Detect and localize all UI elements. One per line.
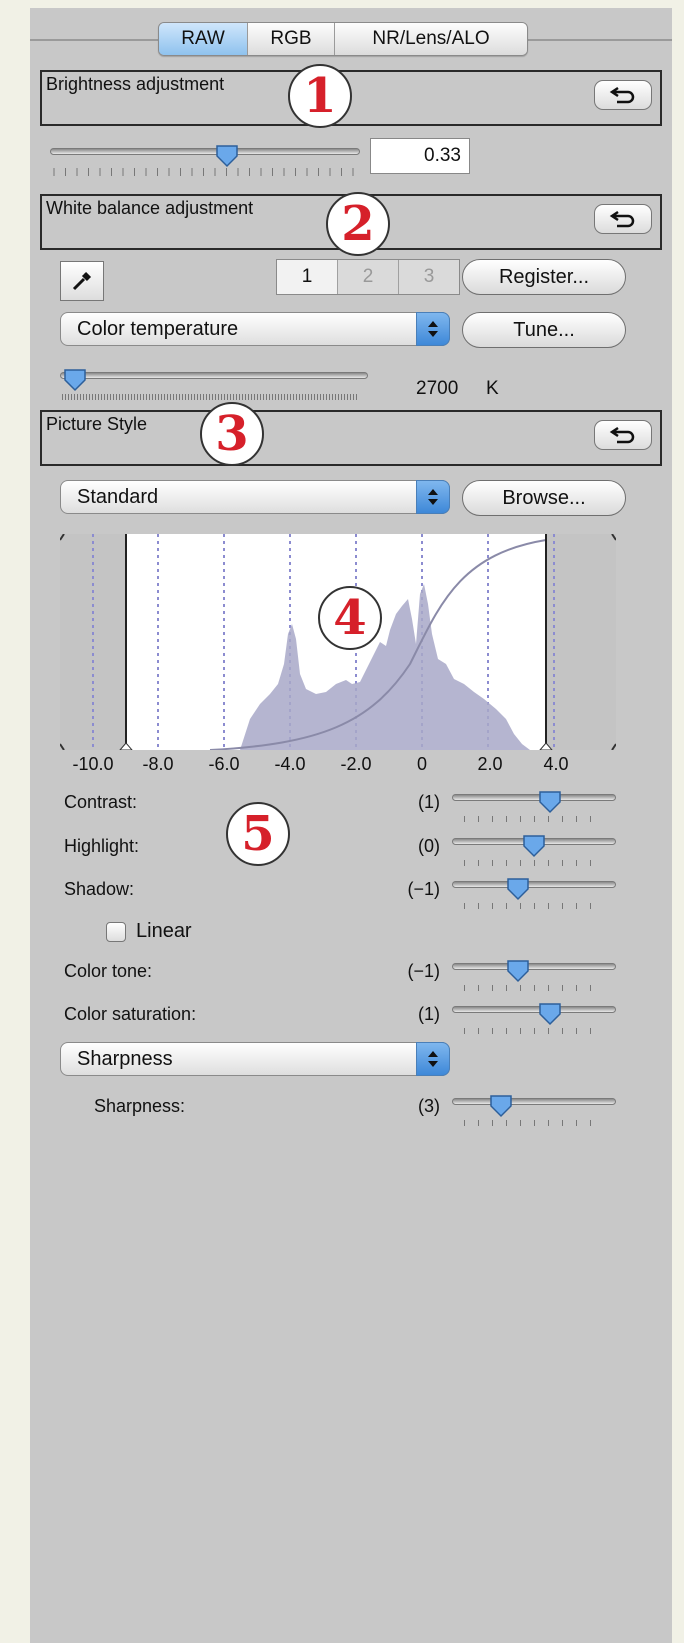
wb-temperature-slider-track[interactable] <box>60 372 368 379</box>
select-arrows-icon <box>416 1042 450 1076</box>
highlight-label: Highlight: <box>64 836 140 856</box>
picture-style-section: Picture Style <box>40 410 662 466</box>
callout-badge-4: 4 <box>318 586 382 650</box>
tab-raw[interactable]: RAW <box>159 23 247 55</box>
sharpness-mode-value: Sharpness <box>77 1048 173 1070</box>
callout-badge-1: 1 <box>288 64 352 128</box>
color-saturation-label: Color saturation: <box>64 1004 197 1024</box>
contrast-value: (1) <box>418 792 440 812</box>
tune-button[interactable]: Tune... <box>462 312 626 348</box>
tab-rgb[interactable]: RGB <box>247 23 334 55</box>
shadow-slider-track[interactable] <box>452 881 616 888</box>
axis-tick-label: -10.0 <box>72 754 114 774</box>
highlight-slider-ticks <box>464 860 604 866</box>
linear-label: Linear <box>136 920 192 942</box>
picture-style-reset-button[interactable] <box>594 420 652 450</box>
picture-style-select[interactable]: Standard <box>60 480 450 514</box>
histogram-axis: -10.0 -8.0 -6.0 -4.0 -2.0 0 2.0 4.0 <box>60 754 616 778</box>
sharpness-mode-select[interactable]: Sharpness <box>60 1042 450 1076</box>
wb-temperature-ticks <box>62 394 357 400</box>
brightness-slider-ticks <box>53 168 354 176</box>
callout-badge-5: 5 <box>226 802 290 866</box>
eyedropper-icon <box>72 271 92 291</box>
axis-tick-label: 0 <box>416 754 428 774</box>
wb-preset-1[interactable]: 1 <box>277 260 337 294</box>
color-saturation-slider-thumb[interactable] <box>538 1002 562 1026</box>
wb-mode-value: Color temperature <box>77 318 239 340</box>
wb-mode-select[interactable]: Color temperature <box>60 312 450 346</box>
undo-icon <box>609 86 635 104</box>
brightness-slider-thumb[interactable] <box>215 144 239 168</box>
wb-preset-selector: 1 2 3 <box>276 259 460 295</box>
tab-nr-lens-alo[interactable]: NR/Lens/ALO <box>334 23 527 55</box>
highlight-value: (0) <box>418 836 440 856</box>
color-tone-label: Color tone: <box>64 961 153 981</box>
color-tone-value: (−1) <box>407 961 440 981</box>
callout-badge-2: 2 <box>326 192 390 256</box>
register-button[interactable]: Register... <box>462 259 626 295</box>
white-balance-reset-button[interactable] <box>594 204 652 234</box>
contrast-slider-track[interactable] <box>452 794 616 801</box>
sharpness-value: (3) <box>418 1096 440 1116</box>
highlight-slider-thumb[interactable] <box>522 834 546 858</box>
shadow-value: (−1) <box>407 879 440 899</box>
clipped-highlight-region <box>546 534 616 750</box>
axis-tick-label: 2.0 <box>477 754 503 774</box>
sharpness-slider-ticks <box>464 1120 604 1126</box>
shadow-slider-ticks <box>464 903 604 909</box>
wb-preset-2[interactable]: 2 <box>337 260 398 294</box>
axis-tick-label: -8.0 <box>142 754 174 774</box>
select-arrows-icon <box>416 312 450 346</box>
browse-button[interactable]: Browse... <box>462 480 626 516</box>
sharpness-slider-track[interactable] <box>452 1098 616 1105</box>
color-tone-slider-track[interactable] <box>452 963 616 970</box>
callout-badge-3: 3 <box>200 402 264 466</box>
shadow-label: Shadow: <box>64 879 135 899</box>
select-arrows-icon <box>416 480 450 514</box>
brightness-title: Brightness adjustment <box>46 74 225 94</box>
shadow-slider-thumb[interactable] <box>506 877 530 901</box>
tool-palette: RAW RGB NR/Lens/ALO Brightness adjustmen… <box>30 8 672 1643</box>
eyedropper-button[interactable] <box>60 261 104 301</box>
wb-temperature-slider-thumb[interactable] <box>63 368 87 392</box>
axis-tick-label: -6.0 <box>208 754 240 774</box>
linear-checkbox[interactable] <box>106 922 126 942</box>
undo-icon <box>609 426 635 444</box>
wb-preset-3[interactable]: 3 <box>398 260 459 294</box>
brightness-reset-button[interactable] <box>594 80 652 110</box>
brightness-slider-track[interactable] <box>50 148 360 155</box>
color-saturation-slider-track[interactable] <box>452 1006 616 1013</box>
color-saturation-value: (1) <box>418 1004 440 1024</box>
axis-tick-label: -2.0 <box>340 754 372 774</box>
brightness-value-field[interactable]: 0.33 <box>370 138 470 174</box>
picture-style-title: Picture Style <box>46 414 148 434</box>
tab-bar: RAW RGB NR/Lens/ALO <box>158 22 528 56</box>
axis-tick-label: -4.0 <box>274 754 306 774</box>
sharpness-label: Sharpness: <box>94 1096 186 1116</box>
sharpness-slider-thumb[interactable] <box>489 1094 513 1118</box>
contrast-slider-thumb[interactable] <box>538 790 562 814</box>
axis-tick-label: 4.0 <box>543 754 569 774</box>
picture-style-value: Standard <box>77 486 159 508</box>
contrast-label: Contrast: <box>64 792 138 812</box>
undo-icon <box>609 210 635 228</box>
wb-temperature-value: 2700 <box>416 378 459 399</box>
color-tone-slider-thumb[interactable] <box>506 959 530 983</box>
color-saturation-slider-ticks <box>464 1028 604 1034</box>
wb-temperature-unit: K <box>486 378 499 399</box>
color-tone-slider-ticks <box>464 985 604 991</box>
white-balance-title: White balance adjustment <box>46 198 254 218</box>
contrast-slider-ticks <box>464 816 604 822</box>
